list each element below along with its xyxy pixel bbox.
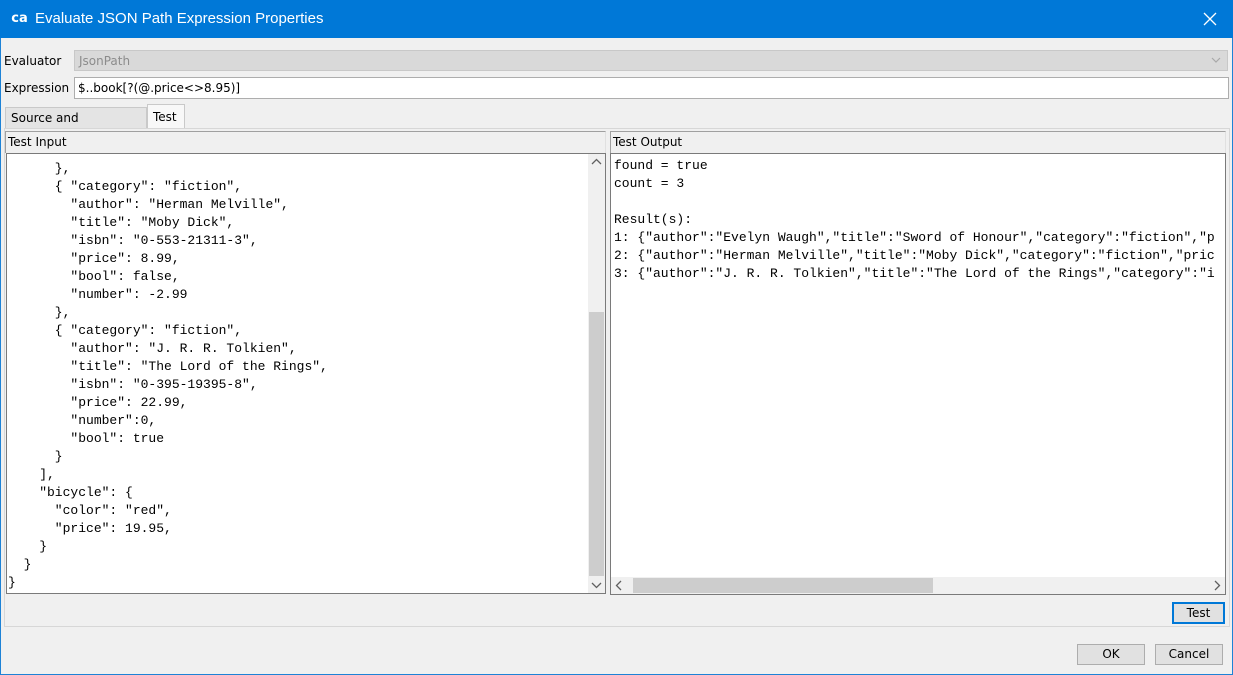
test-output-textarea[interactable]: found = true count = 3 Result(s): 1: {"a… [610, 153, 1226, 595]
test-input-vscrollbar[interactable] [588, 154, 605, 593]
arrow-right-icon [1214, 580, 1221, 591]
evaluator-select[interactable]: JsonPath [74, 50, 1228, 71]
tab-test[interactable]: Test [147, 104, 185, 129]
test-input-vscroll-thumb[interactable] [589, 312, 604, 576]
scroll-left-button[interactable] [611, 577, 628, 594]
test-input-textarea[interactable]: "number": 1 }, { "category": "fiction", … [6, 153, 606, 594]
test-input-header: Test Input [5, 131, 606, 153]
chevron-down-icon [1211, 57, 1221, 63]
scroll-up-button[interactable] [588, 154, 605, 171]
expression-label: Expression [4, 81, 70, 95]
app-logo-icon: ca [11, 11, 28, 26]
test-output-hscroll-thumb[interactable] [633, 578, 933, 593]
evaluator-label: Evaluator [4, 54, 62, 68]
scroll-right-button[interactable] [1208, 577, 1225, 594]
arrow-down-icon [591, 582, 602, 589]
cancel-button[interactable]: Cancel [1155, 644, 1223, 665]
close-icon [1203, 12, 1217, 26]
test-button[interactable]: Test [1172, 602, 1225, 624]
test-output-text: found = true count = 3 Result(s): 1: {"a… [614, 158, 1215, 281]
tab-source-and-destination[interactable]: Source and Destination [5, 107, 147, 145]
test-input-text: "number": 1 }, { "category": "fiction", … [8, 154, 328, 590]
title-bar: ca Evaluate JSON Path Expression Propert… [0, 0, 1233, 38]
arrow-left-icon [615, 580, 622, 591]
window-title: Evaluate JSON Path Expression Properties [35, 10, 324, 27]
evaluator-value: JsonPath [79, 54, 131, 68]
arrow-up-icon [591, 158, 602, 165]
scroll-down-button[interactable] [588, 576, 605, 593]
ok-button[interactable]: OK [1077, 644, 1145, 665]
test-output-hscrollbar[interactable] [611, 577, 1225, 594]
close-button[interactable] [1187, 0, 1233, 38]
expression-input[interactable] [74, 77, 1229, 99]
tab-label: Test [153, 110, 177, 124]
test-output-header: Test Output [610, 131, 1226, 153]
